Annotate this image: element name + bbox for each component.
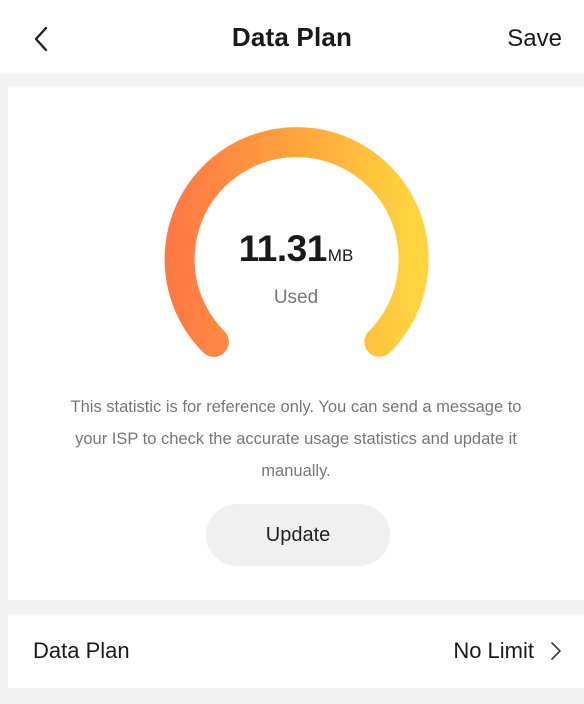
page-title: Data Plan <box>231 22 353 52</box>
data-plan-value: No Limit <box>453 638 534 663</box>
usage-notice: This statistic is for reference only. Yo… <box>70 398 522 480</box>
usage-number: 11.31 <box>238 228 328 269</box>
update-button[interactable]: Update <box>206 504 390 566</box>
data-plan-row[interactable]: Data Plan No Limit <box>8 614 584 688</box>
usage-card: 11.31MB Used This statistic is for refer… <box>8 86 584 600</box>
data-plan-label: Data Plan <box>33 638 130 663</box>
usage-unit: MB <box>327 246 354 265</box>
save-button[interactable]: Save <box>507 25 562 53</box>
chevron-right-icon <box>551 642 561 660</box>
usage-label: Used <box>273 287 319 308</box>
header-bar: Data Plan Save <box>0 0 584 74</box>
usage-value: 11.31MB <box>8 228 584 270</box>
